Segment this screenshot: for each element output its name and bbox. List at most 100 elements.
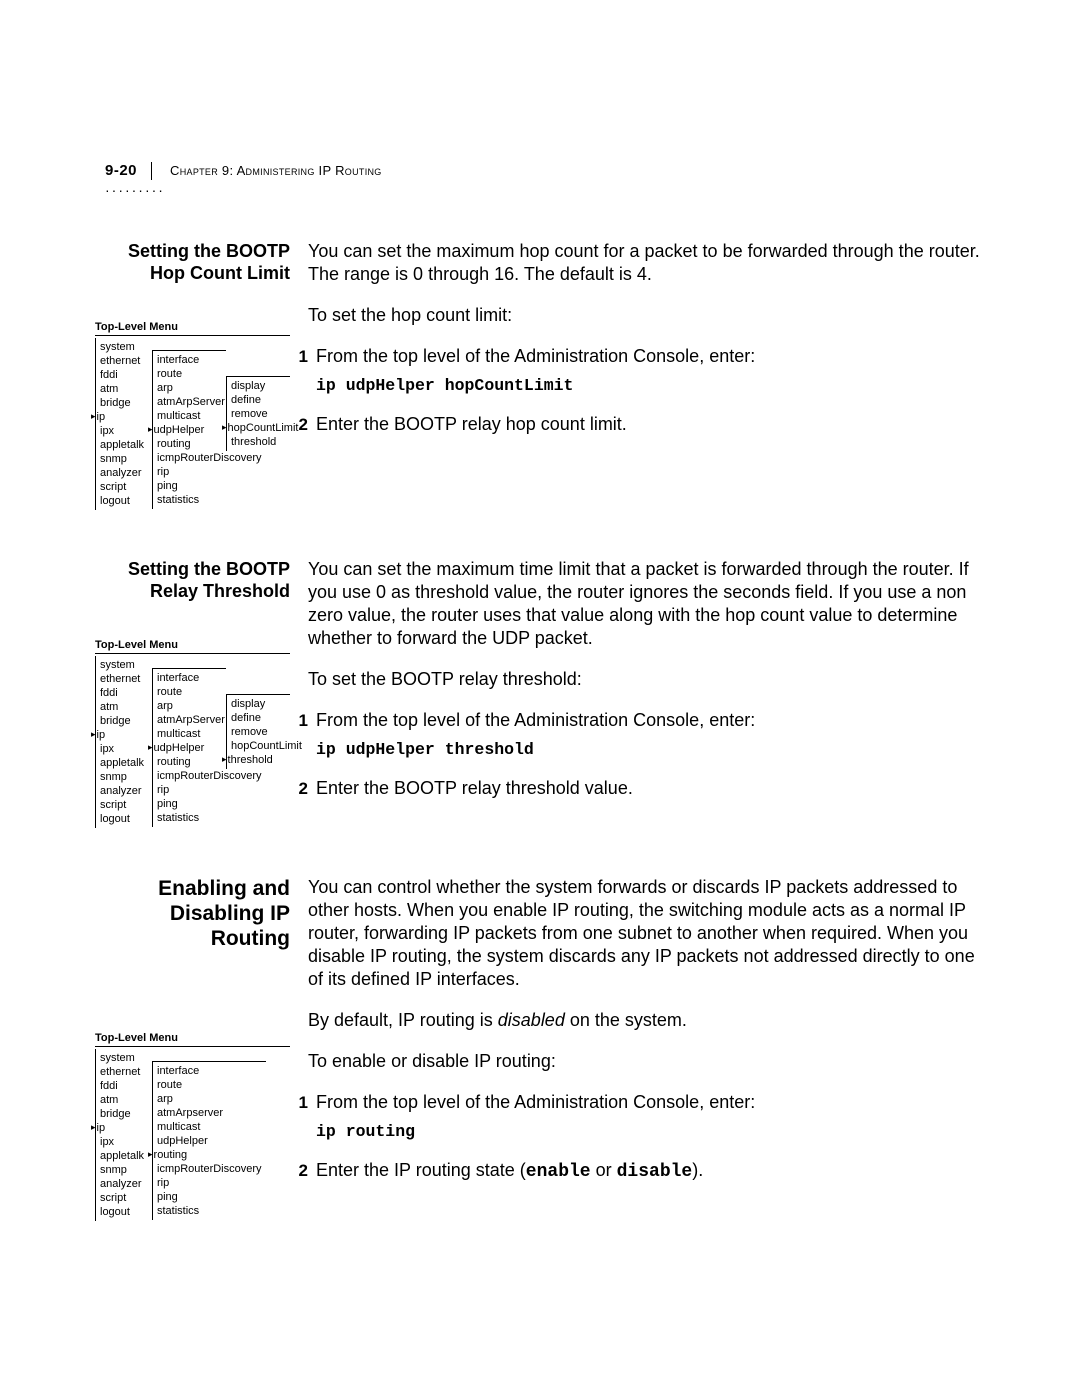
- text-fragment: ).: [692, 1160, 703, 1180]
- step-text: From the top level of the Administration…: [316, 345, 985, 368]
- step-number: 1: [288, 345, 316, 409]
- menu-item: statistics: [157, 811, 222, 825]
- text-fragment: on the system.: [565, 1010, 687, 1030]
- menu-item: ipx: [100, 1135, 148, 1149]
- menu-item: ip: [100, 728, 148, 742]
- menu-item: analyzer: [100, 1177, 148, 1191]
- section-relay-threshold: Setting the BOOTP Relay Threshold Top-Le…: [105, 558, 985, 828]
- menu-item: udpHelper: [157, 741, 222, 755]
- text-fragment: or: [591, 1160, 617, 1180]
- step-text: Enter the IP routing state (enable or di…: [316, 1159, 985, 1184]
- menu-item: interface: [157, 1064, 262, 1078]
- menu-item: fddi: [100, 368, 148, 382]
- text-fragment: By default, IP routing is: [308, 1010, 498, 1030]
- menu-item: ipx: [100, 424, 148, 438]
- menu-item: ping: [157, 479, 222, 493]
- step-number: 1: [288, 709, 316, 773]
- menu-item: interface: [157, 671, 222, 685]
- menu-item: remove: [231, 407, 286, 421]
- menu-title: Top-Level Menu: [95, 638, 290, 654]
- menu-title: Top-Level Menu: [95, 1031, 290, 1047]
- menu-item: atm: [100, 700, 148, 714]
- intro-text: You can control whether the system forwa…: [308, 876, 985, 991]
- menu-title: Top-Level Menu: [95, 320, 290, 336]
- menu-item: system: [100, 340, 148, 354]
- menu-item: atmArpServer: [157, 713, 222, 727]
- menu-item: arp: [157, 381, 222, 395]
- running-header: Chapter 9: Administering IP Routing: [170, 163, 382, 178]
- menu-item: rip: [157, 465, 222, 479]
- step-text: From the top level of the Administration…: [316, 709, 985, 732]
- menu-item: udpHelper: [157, 423, 222, 437]
- menu-item: analyzer: [100, 466, 148, 480]
- menu-item: display: [231, 697, 286, 711]
- menu-item: udpHelper: [157, 1134, 262, 1148]
- step-text: From the top level of the Administration…: [316, 1091, 985, 1114]
- menu-item: routing: [157, 437, 222, 451]
- menu-item: ipx: [100, 742, 148, 756]
- menu-item: atm: [100, 1093, 148, 1107]
- menu-item: interface: [157, 353, 222, 367]
- menu-item: snmp: [100, 1163, 148, 1177]
- section-heading: Enabling and Disabling IP Routing: [95, 876, 290, 951]
- menu-item: threshold: [231, 435, 286, 449]
- header-dots: ·········: [105, 182, 165, 198]
- menu-item: rip: [157, 1176, 262, 1190]
- menu-item: routing: [157, 1148, 262, 1162]
- instruction-text: To set the BOOTP relay threshold:: [308, 668, 985, 691]
- instruction-text: To set the hop count limit:: [308, 304, 985, 327]
- heading-line: Relay Threshold: [150, 581, 290, 601]
- step-number: 2: [288, 413, 316, 436]
- command-text: ip udpHelper threshold: [316, 738, 985, 761]
- step-text: Enter the BOOTP relay hop count limit.: [316, 413, 985, 436]
- menu-item: appletalk: [100, 438, 148, 452]
- menu-item: arp: [157, 1092, 262, 1106]
- menu-item: fddi: [100, 686, 148, 700]
- menu-item: ethernet: [100, 354, 148, 368]
- menu-item: icmpRouterDiscovery: [157, 1162, 262, 1176]
- menu-item: routing: [157, 755, 222, 769]
- menu-item: rip: [157, 783, 222, 797]
- menu-item: ethernet: [100, 1065, 148, 1079]
- menu-item: display: [231, 379, 286, 393]
- step-text: Enter the BOOTP relay threshold value.: [316, 777, 985, 800]
- heading-line: Enabling and: [158, 877, 290, 900]
- menu-item: analyzer: [100, 784, 148, 798]
- heading-line: Routing: [211, 927, 290, 950]
- menu-item: logout: [100, 494, 148, 508]
- menu-item: statistics: [157, 1204, 262, 1218]
- menu-item: define: [231, 393, 286, 407]
- step-number: 2: [288, 777, 316, 800]
- section-hop-count: Setting the BOOTP Hop Count Limit Top-Le…: [105, 240, 985, 510]
- menu-item: route: [157, 1078, 262, 1092]
- menu-item: bridge: [100, 714, 148, 728]
- heading-line: Setting the BOOTP: [128, 559, 290, 579]
- menu-item: appletalk: [100, 1149, 148, 1163]
- menu-item: multicast: [157, 1120, 262, 1134]
- menu-item: statistics: [157, 493, 222, 507]
- menu-item: fddi: [100, 1079, 148, 1093]
- menu-item: threshold: [231, 753, 286, 767]
- page-number: 9-20: [105, 162, 152, 180]
- menu-item: script: [100, 480, 148, 494]
- menu-item: atmArpserver: [157, 1106, 262, 1120]
- section-ip-routing: Enabling and Disabling IP Routing Top-Le…: [105, 876, 985, 1221]
- menu-diagram: Top-Level Menu systemethernetfddiatmbrid…: [95, 1031, 290, 1221]
- menu-item: snmp: [100, 452, 148, 466]
- menu-item: logout: [100, 1205, 148, 1219]
- menu-item: ping: [157, 797, 222, 811]
- menu-item: route: [157, 685, 222, 699]
- heading-line: Hop Count Limit: [150, 263, 290, 283]
- menu-item: script: [100, 1191, 148, 1205]
- menu-item: icmpRouterDiscovery: [157, 769, 222, 783]
- menu-item: appletalk: [100, 756, 148, 770]
- intro-text: You can set the maximum hop count for a …: [308, 240, 985, 286]
- intro-text: You can set the maximum time limit that …: [308, 558, 985, 650]
- menu-item: hopCountLimit: [231, 421, 286, 435]
- menu-item: bridge: [100, 1107, 148, 1121]
- menu-item: ip: [100, 410, 148, 424]
- menu-diagram: Top-Level Menu systemethernetfddiatmbrid…: [95, 320, 290, 510]
- heading-line: Disabling IP: [170, 902, 290, 925]
- menu-item: snmp: [100, 770, 148, 784]
- menu-item: atm: [100, 382, 148, 396]
